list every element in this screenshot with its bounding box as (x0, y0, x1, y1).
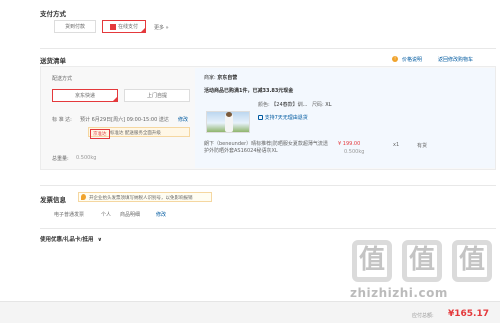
invoice-person: 个人 (101, 212, 112, 218)
payment-online-icon (109, 23, 116, 30)
delivery-method-pickup[interactable]: 上门自提 (124, 89, 190, 102)
watermark-site: zhizhizhi.com (350, 286, 448, 300)
weight-value: 0.500kg (76, 155, 97, 161)
total-amount: ¥165.17 (448, 309, 489, 319)
delivery-hint-badge: 京准达 (90, 129, 110, 139)
invoice-notice: 开企业抬头发票须填写纳税人识别号，以免影响报销 (89, 196, 193, 201)
selected-corner-icon (112, 96, 118, 102)
watermark-char-box: 值 (402, 240, 442, 282)
back-to-cart-link[interactable]: 返回修改购物车 (438, 56, 473, 63)
chevron-down-icon: ∨ (97, 237, 102, 243)
total-label: 应付总额: (412, 313, 434, 319)
watermark-char-box: 值 (452, 240, 492, 282)
weight-label: 总重量: (52, 156, 69, 162)
size-value: XL (325, 102, 332, 108)
delivery-time-edit[interactable]: 修改 (178, 116, 188, 123)
delivery-hint-text: 标准达 配送服务全面升级 (110, 131, 161, 136)
payment-option-online[interactable]: 在线支付 (102, 20, 146, 33)
payment-title: 支付方式 (40, 10, 66, 18)
invoice-title: 发票信息 (40, 196, 66, 204)
delivery-time-label: 标 准 达: (52, 117, 72, 123)
support-icon (258, 115, 263, 120)
watermark-char-box: 值 (352, 240, 392, 282)
size-label: 尺码: (312, 102, 324, 108)
payment-option-cod[interactable]: 货到付款 (54, 20, 96, 33)
watermark: 值 值 值 zhizhizhi.com (350, 240, 500, 300)
invoice-detail: 商品明细 (120, 212, 141, 218)
payment-more-link[interactable]: 更多 » (154, 24, 169, 31)
delivery-method-label: 配送方式 (52, 76, 73, 82)
payment-option-online-label: 在线支付 (117, 24, 138, 30)
location-pin-icon (81, 194, 86, 200)
delivery-method-jd[interactable]: 京东快递 (52, 89, 118, 102)
color-label: 颜色: (258, 102, 270, 108)
invoice-edit-link[interactable]: 修改 (156, 211, 166, 218)
seller-row: 商家: 京东自营 (204, 74, 237, 81)
sku-row: 颜色: 【24春款】训... 尺码: XL (258, 101, 332, 108)
product-figure-head (226, 112, 232, 117)
watermark-char: 值 (358, 245, 385, 275)
product-image[interactable] (206, 111, 250, 133)
product-qty: x1 (393, 142, 400, 148)
product-weight: 0.500kg (344, 149, 365, 155)
seller-label: 商家: (204, 75, 216, 81)
support-text[interactable]: 支持7天无理由退货 (265, 115, 308, 121)
divider (40, 228, 496, 229)
product-stock: 有货 (417, 143, 428, 149)
info-icon: ! (392, 56, 398, 62)
watermark-char: 值 (408, 245, 435, 275)
delivery-time-value: 预计 6月29日[周六] 09:00-15:00 送达 (80, 117, 169, 123)
selected-corner-icon (140, 27, 146, 33)
coupon-title: 使用优惠/礼品卡/抵用 (40, 237, 94, 243)
product-price: ¥ 199.00 (338, 141, 361, 147)
price-note-link[interactable]: 价格说明 (402, 56, 422, 63)
coupon-toggle[interactable]: 使用优惠/礼品卡/抵用 ∨ (40, 235, 102, 243)
divider (40, 185, 496, 186)
delivery-method-jd-label: 京东快递 (74, 93, 95, 99)
product-name[interactable]: 朗下（beneunder）晴标推荐|防晒服女夏款超薄气流透护外防晒外套AS160… (204, 141, 330, 155)
support-row: 支持7天无理由退货 (258, 114, 308, 121)
divider (40, 48, 496, 49)
seller-name: 京东自营 (217, 75, 238, 81)
color-value: 【24春款】训... (271, 102, 308, 108)
watermark-char: 值 (458, 245, 485, 275)
delivery-title: 送货清单 (40, 57, 66, 65)
invoice-type: 电子普通发票 (54, 212, 85, 218)
goods-promo: 活动商品已购满1件，已减33.83元现金 (204, 88, 294, 94)
